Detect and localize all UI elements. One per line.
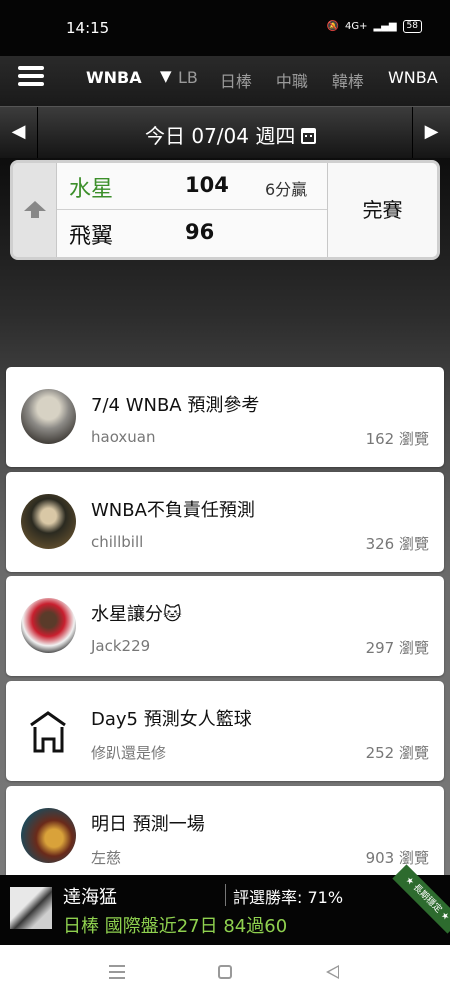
article-card[interactable]: Day5 預測女人籃球 修趴還是修 252 瀏覽: [6, 681, 444, 781]
article-title: 水星讓分🐱: [91, 604, 182, 625]
game-status: 完賽: [327, 163, 437, 257]
menu-icon[interactable]: [18, 66, 44, 90]
home-team-name: 水星: [69, 177, 114, 202]
next-day-button[interactable]: ▶: [412, 107, 450, 159]
article-views: 903 瀏覽: [365, 849, 429, 867]
article-views: 326 瀏覽: [365, 535, 429, 553]
away-team-score: 96: [185, 220, 215, 244]
league-nav: WNBA ▼ LB 日棒 中職 韓棒 WNBA: [0, 56, 450, 106]
stable-ribbon: ★ 長期穩定 ★: [392, 864, 450, 934]
status-bar: 14:15 🔕 4G+ ▂▄▆ 58: [0, 0, 450, 56]
network-icon: 4G+: [344, 21, 368, 32]
article-author: chillbill: [91, 533, 144, 551]
battery-icon: 58: [402, 20, 422, 33]
current-league[interactable]: WNBA: [86, 68, 142, 87]
date-text: 今日 07/04 週四: [145, 124, 296, 148]
recent-apps-icon[interactable]: [109, 965, 125, 983]
mute-icon: 🔕: [326, 21, 339, 32]
date-label[interactable]: 今日 07/04 週四: [145, 120, 317, 149]
article-views: 252 瀏覽: [365, 744, 429, 762]
status-icons: 🔕 4G+ ▂▄▆ 58: [327, 20, 422, 33]
article-author: haoxuan: [91, 428, 156, 446]
tab-npb[interactable]: 日棒: [220, 68, 252, 92]
article-author: 修趴還是修: [91, 744, 167, 762]
away-team-row: 飛翼 96: [57, 210, 327, 257]
tab-cpbl[interactable]: 中職: [276, 68, 308, 92]
win-margin: 6分贏: [265, 180, 308, 199]
away-team-name: 飛翼: [69, 224, 114, 249]
article-card[interactable]: WNBA不負責任預測 chillbill 326 瀏覽: [6, 472, 444, 572]
league-tabs: LB 日棒 中職 韓棒 WNBA: [178, 68, 438, 92]
promo-record: 日棒 國際盤近27日 84過60: [63, 916, 288, 937]
article-views: 297 瀏覽: [365, 639, 429, 657]
article-card[interactable]: 水星讓分🐱 Jack229 297 瀏覽: [6, 576, 444, 676]
article-author: Jack229: [91, 637, 151, 655]
author-avatar[interactable]: [21, 808, 76, 863]
author-avatar[interactable]: [21, 703, 76, 758]
article-title: 明日 預測一場: [91, 814, 205, 835]
home-team-score: 104: [185, 173, 229, 197]
article-title: 7/4 WNBA 預測參考: [91, 395, 260, 416]
tab-lb[interactable]: LB: [178, 68, 198, 92]
promo-win-rate: 評選勝率: 71%: [233, 888, 344, 907]
prev-day-button[interactable]: ◀: [0, 107, 38, 159]
article-title: WNBA不負責任預測: [91, 500, 255, 521]
promo-avatar[interactable]: [10, 887, 52, 929]
tab-wnba[interactable]: WNBA: [388, 68, 438, 92]
article-views: 162 瀏覽: [365, 430, 429, 448]
promo-banner[interactable]: 達海猛 評選勝率: 71% 日棒 國際盤近27日 84過60 ★ 長期穩定 ★: [0, 864, 450, 945]
signal-icon: ▂▄▆: [373, 21, 397, 32]
calendar-icon[interactable]: [301, 128, 317, 144]
collapse-arrow-icon[interactable]: [13, 163, 57, 257]
article-card[interactable]: 明日 預測一場 左慈 903 瀏覽: [6, 786, 444, 886]
author-avatar[interactable]: [21, 389, 76, 444]
article-card[interactable]: 7/4 WNBA 預測參考 haoxuan 162 瀏覽: [6, 367, 444, 467]
tab-kbo[interactable]: 韓棒: [332, 68, 364, 92]
article-title: Day5 預測女人籃球: [91, 709, 252, 730]
date-nav: ◀ 今日 07/04 週四 ▶: [0, 106, 450, 159]
system-nav-bar: [0, 945, 450, 1000]
author-avatar[interactable]: [21, 494, 76, 549]
home-icon[interactable]: [218, 965, 232, 979]
article-author: 左慈: [91, 849, 122, 867]
back-icon[interactable]: [326, 965, 339, 979]
divider: [225, 884, 226, 906]
status-time: 14:15: [66, 19, 110, 37]
home-team-row: 水星 104 6分贏: [57, 163, 327, 210]
author-avatar[interactable]: [21, 598, 76, 653]
dropdown-icon[interactable]: ▼: [160, 67, 172, 85]
score-card[interactable]: 水星 104 6分贏 飛翼 96 完賽: [10, 160, 440, 260]
promo-name: 達海猛: [63, 887, 117, 908]
